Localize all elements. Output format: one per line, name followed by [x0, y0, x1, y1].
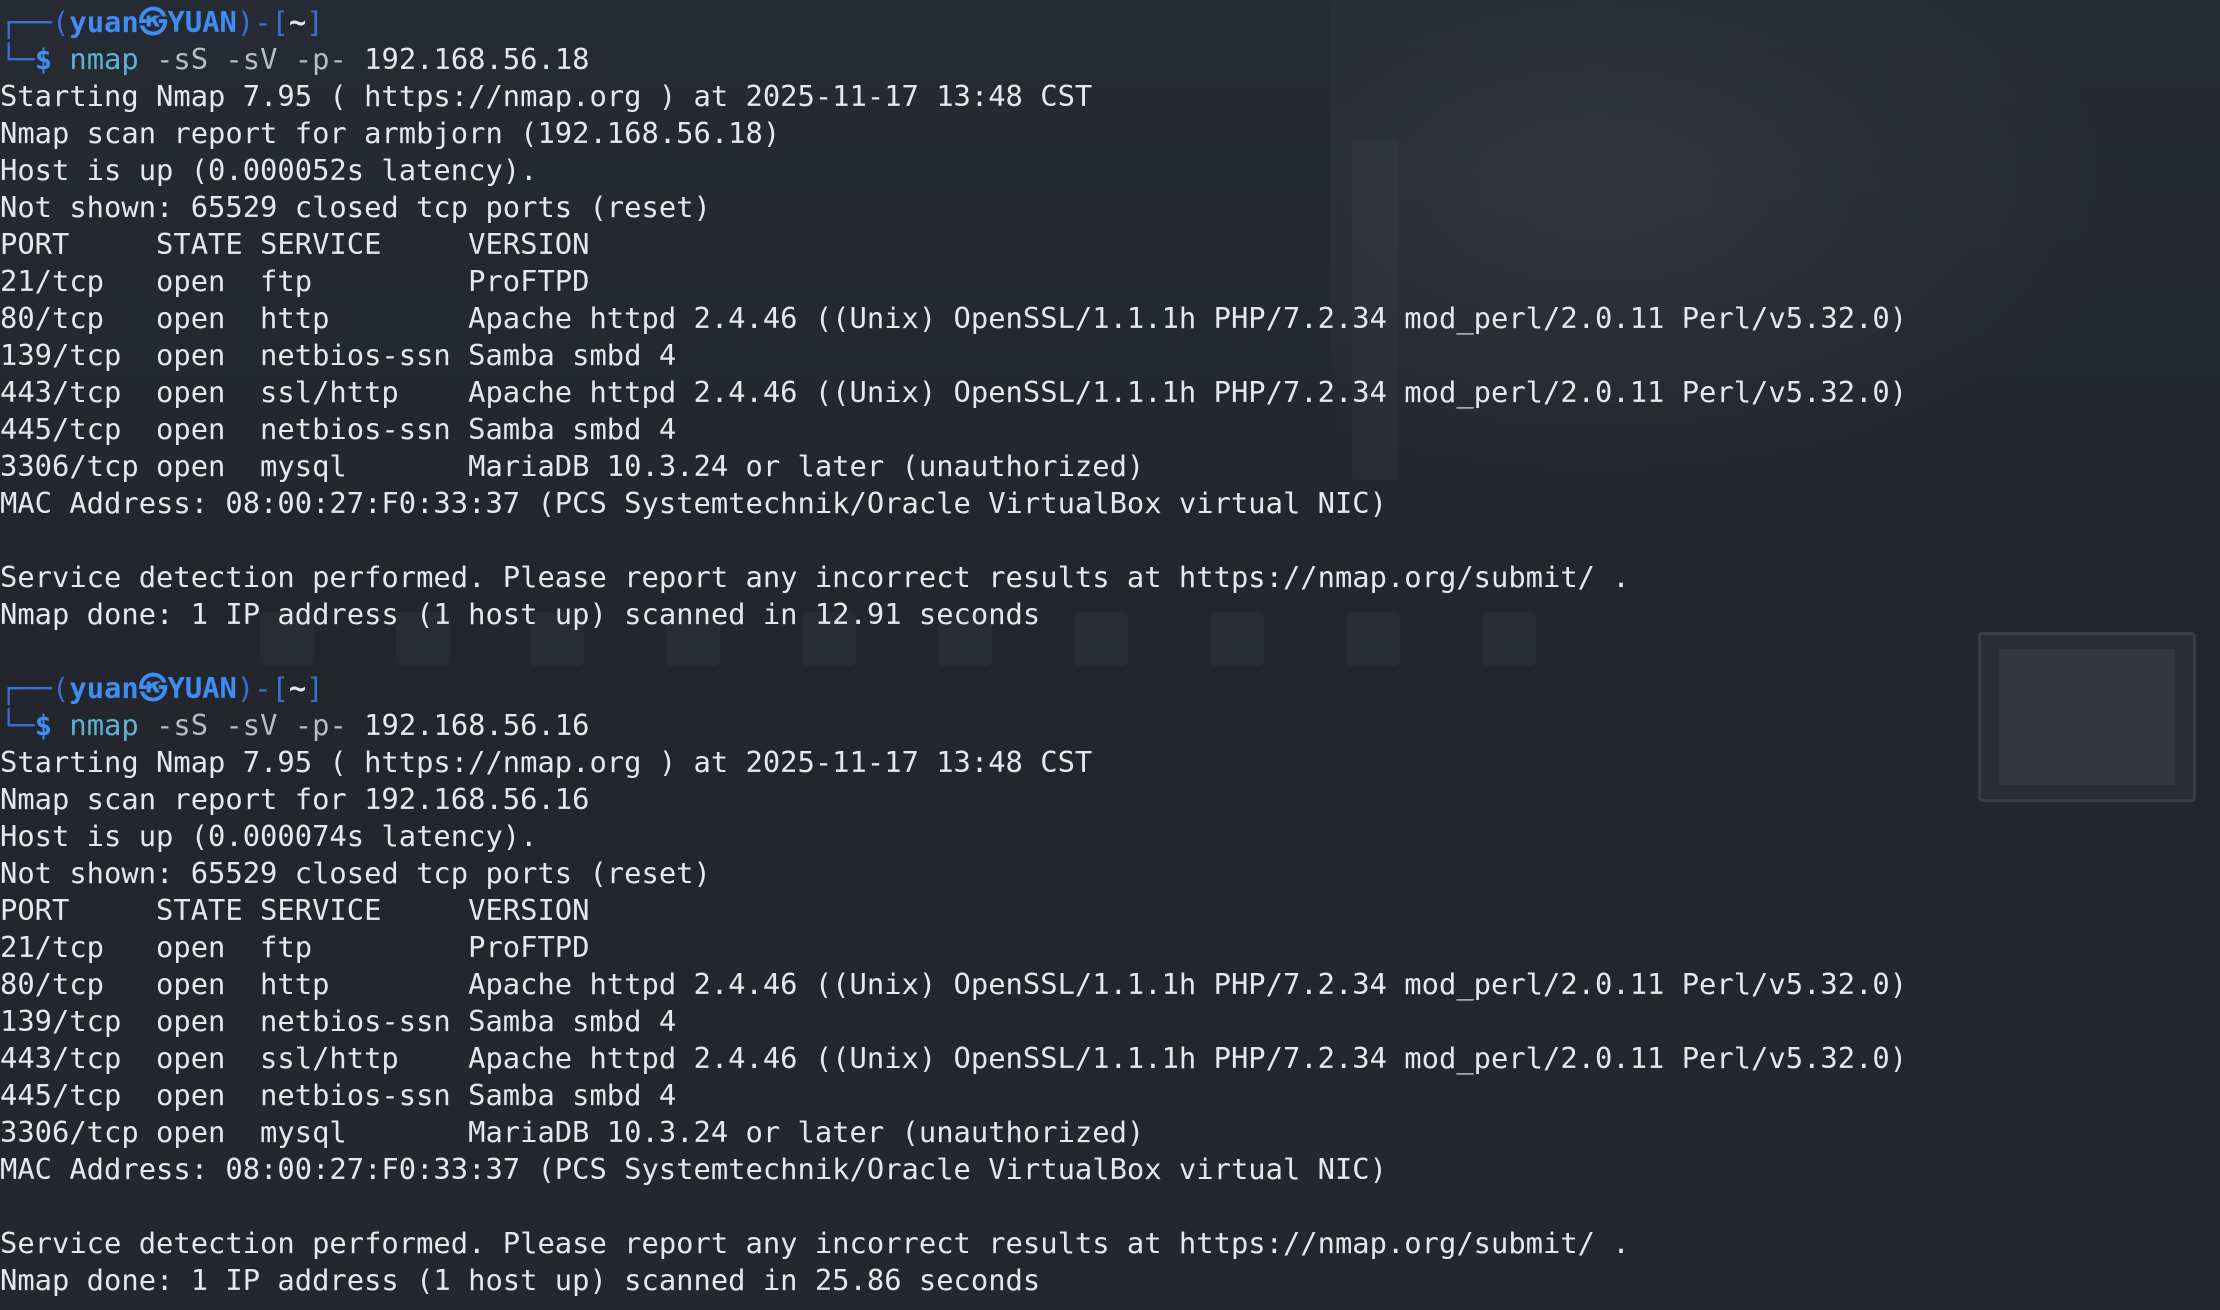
output-line: 21/tcp open ftp ProFTPD: [0, 264, 590, 298]
output-line: Not shown: 65529 closed tcp ports (reset…: [0, 856, 711, 890]
terminal-output[interactable]: ┌──(yuan㉿YUAN)-[~] └─$ nmap -sS -sV -p- 1…: [0, 4, 2220, 1299]
kali-dragon-icon: ㉿: [138, 5, 168, 39]
output-line: 3306/tcp open mysql MariaDB 10.3.24 or l…: [0, 1115, 1145, 1149]
command-line[interactable]: └─$ nmap -sS -sV -p- 192.168.56.18: [0, 41, 2220, 78]
prompt-directory: ~: [288, 671, 307, 705]
command-target: 192.168.56.16: [364, 708, 590, 742]
prompt-frame-bottom: └─: [0, 42, 35, 76]
output-line: Nmap done: 1 IP address (1 host up) scan…: [0, 1263, 1041, 1297]
output-line: Host is up (0.000074s latency).: [0, 819, 538, 853]
output-line: 445/tcp open netbios-ssn Samba smbd 4: [0, 1078, 677, 1112]
command-args: -sS -sV -p-: [156, 708, 347, 742]
output-line: 443/tcp open ssl/http Apache httpd 2.4.4…: [0, 1041, 1908, 1075]
output-line: Not shown: 65529 closed tcp ports (reset…: [0, 190, 711, 224]
command-name: nmap: [69, 708, 139, 742]
terminal-window[interactable]: ┌──(yuan㉿YUAN)-[~] └─$ nmap -sS -sV -p- 1…: [0, 0, 2220, 1310]
command-name: nmap: [69, 42, 139, 76]
prompt-line: ┌──(yuan㉿YUAN)-[~]: [0, 4, 2220, 41]
prompt-frame-top: ┌──(: [0, 671, 70, 705]
prompt-host: YUAN: [167, 671, 237, 705]
prompt-frame-mid: )-[: [236, 671, 289, 705]
output-line: PORT STATE SERVICE VERSION: [0, 227, 590, 261]
prompt-frame-top: ┌──(: [0, 5, 70, 39]
output-line: Service detection performed. Please repo…: [0, 560, 1630, 594]
output-line: Nmap done: 1 IP address (1 host up) scan…: [0, 597, 1041, 631]
output-line: 443/tcp open ssl/http Apache httpd 2.4.4…: [0, 375, 1908, 409]
prompt-dollar: $: [34, 42, 70, 76]
prompt-line: ┌──(yuan㉿YUAN)-[~]: [0, 670, 2220, 707]
output-line: 139/tcp open netbios-ssn Samba smbd 4: [0, 338, 677, 372]
output-line: Service detection performed. Please repo…: [0, 1226, 1630, 1260]
output-line: Starting Nmap 7.95 ( https://nmap.org ) …: [0, 79, 1093, 113]
prompt-frame-mid: )-[: [236, 5, 289, 39]
output-line: 3306/tcp open mysql MariaDB 10.3.24 or l…: [0, 449, 1145, 483]
output-line: 80/tcp open http Apache httpd 2.4.46 ((U…: [0, 301, 1908, 335]
output-line: PORT STATE SERVICE VERSION: [0, 893, 590, 927]
output-line: MAC Address: 08:00:27:F0:33:37 (PCS Syst…: [0, 1152, 1387, 1186]
output-line: Nmap scan report for 192.168.56.16: [0, 782, 590, 816]
prompt-dollar: $: [34, 708, 70, 742]
command-line[interactable]: └─$ nmap -sS -sV -p- 192.168.56.16: [0, 707, 2220, 744]
output-line: MAC Address: 08:00:27:F0:33:37 (PCS Syst…: [0, 486, 1387, 520]
prompt-frame-end: ]: [306, 671, 324, 705]
output-line: Nmap scan report for armbjorn (192.168.5…: [0, 116, 781, 150]
output-line: 139/tcp open netbios-ssn Samba smbd 4: [0, 1004, 677, 1038]
prompt-frame-bottom: └─: [0, 708, 35, 742]
output-line: Starting Nmap 7.95 ( https://nmap.org ) …: [0, 745, 1093, 779]
command-target: 192.168.56.18: [364, 42, 590, 76]
prompt-host: YUAN: [167, 5, 237, 39]
output-line: Host is up (0.000052s latency).: [0, 153, 538, 187]
kali-dragon-icon: ㉿: [138, 671, 168, 705]
output-line: 80/tcp open http Apache httpd 2.4.46 ((U…: [0, 967, 1908, 1001]
command-args: -sS -sV -p-: [156, 42, 347, 76]
output-line: 21/tcp open ftp ProFTPD: [0, 930, 590, 964]
output-line: 445/tcp open netbios-ssn Samba smbd 4: [0, 412, 677, 446]
prompt-directory: ~: [288, 5, 307, 39]
prompt-user: yuan: [69, 671, 139, 705]
prompt-frame-end: ]: [306, 5, 324, 39]
prompt-user: yuan: [69, 5, 139, 39]
